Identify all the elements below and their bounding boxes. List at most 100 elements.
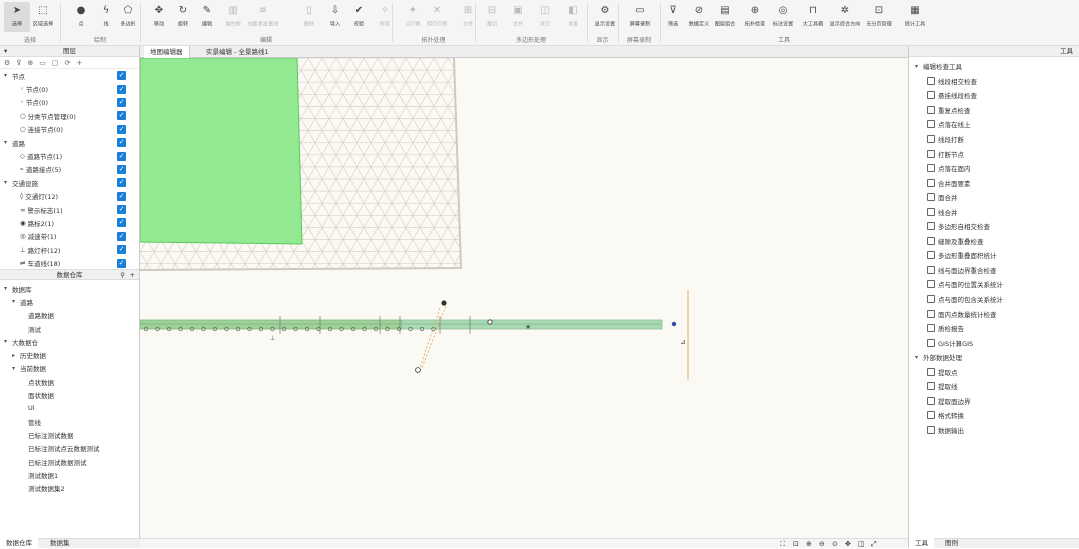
editor-tab[interactable]: 实景编辑 - 全景路线1 <box>200 46 275 58</box>
layer-item[interactable]: ⇌ 车道线(18) ✓ <box>0 256 139 269</box>
layer-item[interactable]: ◇ 道路节点(1) ✓ <box>0 149 139 162</box>
remove-icon[interactable]: ▢ <box>52 59 59 67</box>
layer-item[interactable]: ▾ 交通设施 ✓ <box>0 176 139 189</box>
catalog-item[interactable]: ▾ 数据库 <box>0 282 139 295</box>
tool-item[interactable]: 提取面边界 <box>915 394 1079 409</box>
catalog-item[interactable]: UI <box>0 402 139 415</box>
map-svg[interactable]: ⊥ ★ ⊿ <box>140 58 908 538</box>
ribbon-button-22[interactable]: ⚙ 显示设置 <box>592 2 618 32</box>
tool-item[interactable]: 面合并 <box>915 190 1079 205</box>
catalog-item[interactable]: ▸ 历史数据 <box>0 348 139 361</box>
catalog-item[interactable]: 已标注测试数据测试 <box>0 455 139 468</box>
expand-toggle-icon[interactable]: ▾ <box>12 298 20 305</box>
layer-visibility-checkbox[interactable]: ✓ <box>117 191 126 201</box>
ribbon-button-30[interactable]: ✲ 显示综合方向 <box>830 2 861 32</box>
catalog-item[interactable]: 点状数据 <box>0 375 139 388</box>
catalog-item[interactable]: 管线 <box>0 415 139 428</box>
tool-item[interactable]: 质检报告 <box>915 321 1079 336</box>
expand-toggle-icon[interactable]: ▸ <box>12 352 20 359</box>
tool-item[interactable]: 格式转换 <box>915 408 1079 423</box>
tool-item[interactable]: 数据输出 <box>915 423 1079 438</box>
catalog-item[interactable]: 已标注测试点云数据测试 <box>0 442 139 455</box>
expand-toggle-icon[interactable]: ▾ <box>4 72 12 79</box>
settings-icon[interactable]: ⚙ <box>4 59 10 67</box>
ribbon-button-27[interactable]: ⊕ 拓扑检查 <box>742 2 768 32</box>
ribbon-button-2[interactable]: ⬚ 区域选择 <box>30 2 56 32</box>
layer-item[interactable]: ∞ 警示标志(1) ✓ <box>0 203 139 216</box>
tool-item[interactable]: 缝隙及重叠检查 <box>915 234 1079 249</box>
layer-item[interactable]: ◉ 路标2(1) ✓ <box>0 216 139 229</box>
tool-item[interactable]: 线段打断 <box>915 132 1079 147</box>
layer-item[interactable]: ▾ 节点 ✓ <box>0 69 139 82</box>
left-tab[interactable]: 数据仓库 <box>0 538 38 548</box>
layer-visibility-checkbox[interactable]: ✓ <box>117 124 126 134</box>
map-canvas[interactable]: ⊥ ★ ⊿ <box>140 58 908 538</box>
tool-item[interactable]: 提取线 <box>915 379 1079 394</box>
layer-visibility-checkbox[interactable]: ✓ <box>117 218 126 228</box>
layer-visibility-checkbox[interactable]: ✓ <box>117 151 126 161</box>
ribbon-button-5[interactable]: ⬠ 多边形 <box>115 2 141 32</box>
ribbon-button-8[interactable]: ✎ 编辑 <box>194 2 220 32</box>
ribbon-button-7[interactable]: ↻ 旋转 <box>170 2 196 32</box>
layer-item[interactable]: ◦ 节点(0) ✓ <box>0 82 139 95</box>
catalog-item[interactable]: 测试 <box>0 322 139 335</box>
layer-item[interactable]: ◎ 减速带(1) ✓ <box>0 230 139 243</box>
ribbon-button-25[interactable]: ⊘ 数据定义 <box>686 2 712 32</box>
ribbon-button-29[interactable]: ⊓ 大工具箱 <box>800 2 826 32</box>
expand-toggle-icon[interactable]: ▾ <box>12 365 20 372</box>
ribbon-button-13[interactable]: ✔ 校验 <box>346 2 372 32</box>
layer-visibility-checkbox[interactable]: ✓ <box>117 258 126 268</box>
ribbon-button-12[interactable]: ⇩ 导入 <box>322 2 348 32</box>
search-icon[interactable]: ⚲ <box>120 270 125 281</box>
tool-item[interactable]: 合并面要素 <box>915 175 1079 190</box>
editor-tab[interactable]: 地图编辑器 <box>144 46 190 58</box>
tool-section-header[interactable]: ▾ 编辑检查工具 <box>915 59 1079 74</box>
ribbon-button-31[interactable]: ⊡ 无分页管理 <box>866 2 892 32</box>
ribbon-button-6[interactable]: ✥ 移动 <box>146 2 172 32</box>
catalog-item[interactable]: 已标注测试数据 <box>0 428 139 441</box>
right-tab[interactable]: 工具 <box>909 538 934 548</box>
ribbon-button-1[interactable]: ➤ 选择 <box>4 2 30 32</box>
left-tab[interactable]: 数据集 <box>44 538 76 548</box>
layer-visibility-checkbox[interactable]: ✓ <box>117 71 126 81</box>
ribbon-button-32[interactable]: ▦ 统计工具 <box>902 2 928 32</box>
right-tab[interactable]: 图例 <box>939 538 964 548</box>
expand-toggle-icon[interactable]: ▾ <box>915 354 923 361</box>
tool-item[interactable]: 提取点 <box>915 364 1079 379</box>
layer-visibility-checkbox[interactable]: ✓ <box>117 178 126 188</box>
tool-item[interactable]: 悬挂线段检查 <box>915 88 1079 103</box>
layer-item[interactable]: ◊ 交通灯(12) ✓ <box>0 190 139 203</box>
catalog-item[interactable]: ▾ 大数据仓 <box>0 335 139 348</box>
filter-icon[interactable]: ⊽ <box>16 59 21 67</box>
tool-item[interactable]: 点与面的包含关系统计 <box>915 292 1079 307</box>
tool-item[interactable]: GIS计算GIS <box>915 335 1079 350</box>
group-icon[interactable]: ▭ <box>39 59 46 67</box>
layer-item[interactable]: ◦ 节点(0) ✓ <box>0 96 139 109</box>
expand-toggle-icon[interactable]: ▾ <box>4 285 12 292</box>
ribbon-button-23[interactable]: ▭ 屏幕录制 <box>627 2 653 32</box>
tool-item[interactable]: 线合并 <box>915 204 1079 219</box>
expand-toggle-icon[interactable]: ▾ <box>4 139 12 146</box>
catalog-item[interactable]: 测试数据1 <box>0 468 139 481</box>
add-icon[interactable]: + <box>130 270 135 281</box>
expand-toggle-icon[interactable]: ▾ <box>4 338 12 345</box>
layer-item[interactable]: ○ 分类节点管理(0) ✓ <box>0 109 139 122</box>
catalog-item[interactable]: 面状数据 <box>0 388 139 401</box>
catalog-item[interactable]: ▾ 当前数据 <box>0 362 139 375</box>
layer-visibility-checkbox[interactable]: ✓ <box>117 97 126 107</box>
refresh-icon[interactable]: ⟳ <box>65 59 71 67</box>
ribbon-button-3[interactable]: ● 点 <box>68 2 94 32</box>
layer-visibility-checkbox[interactable]: ✓ <box>117 164 126 174</box>
layer-visibility-checkbox[interactable]: ✓ <box>117 111 126 121</box>
ribbon-button-28[interactable]: ◎ 标注设置 <box>770 2 796 32</box>
tool-item[interactable]: 打断节点 <box>915 146 1079 161</box>
add-layer-icon[interactable]: ⊕ <box>27 59 33 67</box>
add-icon[interactable]: + <box>76 59 82 67</box>
tool-item[interactable]: 线段相交检查 <box>915 74 1079 89</box>
layer-visibility-checkbox[interactable]: ✓ <box>117 205 126 215</box>
tool-item[interactable]: 点落在线上 <box>915 117 1079 132</box>
tool-section-header[interactable]: ▾ 外部数据处理 <box>915 350 1079 365</box>
tool-item[interactable]: 面内点数量统计检查 <box>915 306 1079 321</box>
tool-item[interactable]: 点落在面内 <box>915 161 1079 176</box>
ribbon-button-24[interactable]: ⊽ 筛选 <box>660 2 686 32</box>
